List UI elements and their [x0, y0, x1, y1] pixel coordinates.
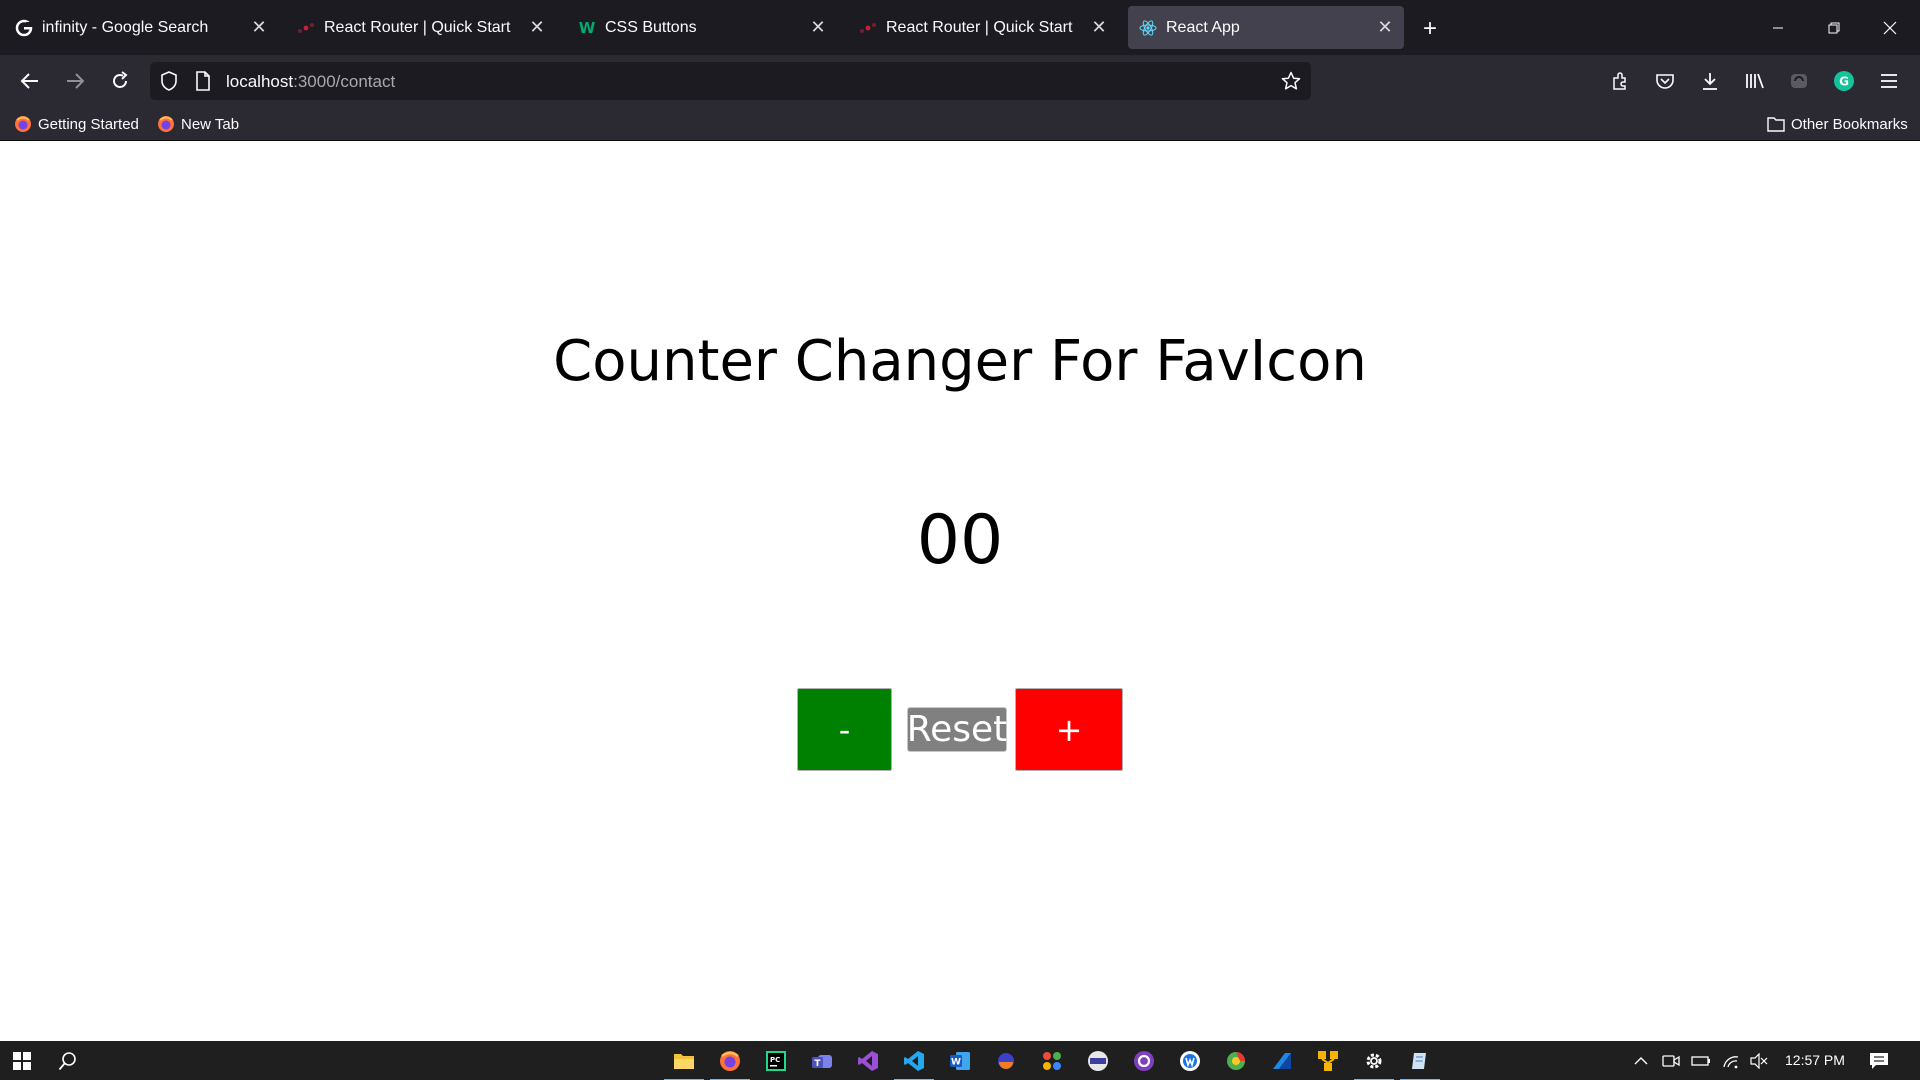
close-tab-icon[interactable]: ✕: [246, 15, 272, 41]
tracking-protection-shield-icon[interactable]: [158, 70, 180, 92]
decrement-button[interactable]: -: [797, 688, 892, 771]
library-icon[interactable]: [1740, 66, 1770, 96]
tab-google-search[interactable]: infinity - Google Search ✕: [4, 6, 278, 49]
app-icon[interactable]: [1400, 1047, 1440, 1080]
address-bar[interactable]: localhost:3000/contact: [150, 62, 1311, 100]
pocket-icon[interactable]: [1650, 66, 1680, 96]
close-tab-icon[interactable]: ✕: [524, 15, 550, 41]
tab-title: CSS Buttons: [605, 18, 697, 36]
close-tab-icon[interactable]: ✕: [805, 15, 831, 41]
bookmark-star-icon[interactable]: [1280, 70, 1302, 92]
app-icon[interactable]: [1084, 1047, 1112, 1075]
bookmarks-toolbar: Getting Started New Tab Other Bookmarks: [0, 105, 1920, 141]
grammarly-icon[interactable]: G: [1829, 66, 1859, 96]
tab-title: infinity - Google Search: [42, 18, 209, 36]
visual-studio-icon[interactable]: [854, 1047, 882, 1075]
battery-icon[interactable]: [1690, 1050, 1712, 1072]
minimize-window-button[interactable]: [1760, 10, 1796, 46]
vscode-icon[interactable]: [894, 1047, 934, 1080]
react-router-icon: [858, 18, 878, 38]
other-bookmarks-label: Other Bookmarks: [1791, 115, 1908, 133]
tab-title: React App: [1166, 18, 1240, 36]
url-text[interactable]: localhost:3000/contact: [226, 72, 395, 92]
wifi-icon[interactable]: [1720, 1050, 1742, 1072]
show-hidden-icons-chevron-icon[interactable]: [1630, 1050, 1652, 1072]
close-tab-icon[interactable]: ✕: [1086, 15, 1112, 41]
increment-button[interactable]: +: [1015, 688, 1123, 771]
sync-extension-icon[interactable]: [1784, 66, 1814, 96]
bookmark-new-tab[interactable]: New Tab: [157, 113, 239, 135]
react-icon: [1138, 18, 1158, 38]
svg-text:PC: PC: [770, 1056, 780, 1064]
taskbar-clock[interactable]: 12:57 PM: [1785, 1052, 1845, 1068]
bookmark-label: Getting Started: [38, 115, 139, 133]
app-icon[interactable]: [1314, 1047, 1342, 1075]
folder-icon: [1767, 115, 1785, 133]
app-icon[interactable]: [1176, 1047, 1204, 1075]
bookmark-label: New Tab: [181, 115, 240, 133]
reload-button[interactable]: [104, 65, 136, 97]
google-icon: [14, 18, 34, 38]
teams-icon[interactable]: T: [808, 1047, 836, 1075]
app-icon[interactable]: [1222, 1047, 1250, 1075]
tab-title: React Router | Quick Start: [324, 18, 511, 36]
tab-react-router-1[interactable]: React Router | Quick Start ✕: [286, 6, 556, 49]
restore-window-button[interactable]: [1816, 10, 1852, 46]
close-tab-icon[interactable]: ✕: [1372, 15, 1398, 41]
counter-value: 00: [916, 501, 1004, 580]
svg-text:T: T: [814, 1059, 821, 1069]
tab-strip: infinity - Google Search ✕ React Router …: [0, 0, 1920, 55]
url-path: :3000/contact: [293, 72, 396, 91]
close-window-button[interactable]: [1872, 10, 1908, 46]
forward-button[interactable]: [59, 65, 91, 97]
tab-react-app[interactable]: React App ✕: [1128, 6, 1404, 49]
volume-muted-icon[interactable]: [1748, 1050, 1770, 1072]
file-explorer-icon[interactable]: [664, 1047, 704, 1080]
app-icon[interactable]: [992, 1047, 1020, 1075]
windows-start-icon[interactable]: [8, 1047, 36, 1075]
url-host: localhost: [226, 72, 294, 91]
page-title: Counter Changer For FavIcon: [553, 329, 1367, 394]
notifications-icon[interactable]: [1868, 1050, 1890, 1072]
tab-react-router-2[interactable]: React Router | Quick Start ✕: [848, 6, 1118, 49]
github-icon[interactable]: [1130, 1047, 1158, 1075]
w3schools-icon: W: [578, 18, 596, 37]
other-bookmarks[interactable]: Other Bookmarks: [1767, 113, 1908, 135]
windows-taskbar: PC T W 12:57 PM: [0, 1041, 1920, 1080]
svg-text:W: W: [951, 1058, 961, 1068]
tab-title: React Router | Quick Start: [886, 18, 1073, 36]
page-content: Counter Changer For FavIcon 00 - Reset +: [0, 141, 1920, 1041]
tab-css-buttons[interactable]: W CSS Buttons ✕: [567, 6, 837, 49]
firefox-icon: [14, 115, 32, 133]
react-router-icon: [296, 18, 316, 38]
pycharm-icon[interactable]: PC: [762, 1047, 790, 1075]
search-icon[interactable]: [54, 1047, 82, 1075]
reset-button[interactable]: Reset: [907, 707, 1007, 752]
firefox-icon[interactable]: [710, 1047, 750, 1080]
meet-now-icon[interactable]: [1660, 1050, 1682, 1072]
menu-hamburger-icon[interactable]: [1874, 66, 1904, 96]
firefox-icon: [157, 115, 175, 133]
app-icon[interactable]: [1268, 1047, 1296, 1075]
settings-icon[interactable]: [1354, 1047, 1394, 1080]
bookmark-getting-started[interactable]: Getting Started: [14, 113, 139, 135]
page-icon[interactable]: [192, 70, 214, 92]
back-button[interactable]: [14, 65, 46, 97]
app-icon[interactable]: [1038, 1047, 1066, 1075]
new-tab-button[interactable]: +: [1416, 15, 1444, 43]
word-icon[interactable]: W: [946, 1047, 974, 1075]
navigation-toolbar: localhost:3000/contact G: [0, 55, 1920, 105]
extensions-icon[interactable]: [1605, 66, 1635, 96]
svg-text:G: G: [1839, 75, 1849, 89]
downloads-icon[interactable]: [1695, 66, 1725, 96]
